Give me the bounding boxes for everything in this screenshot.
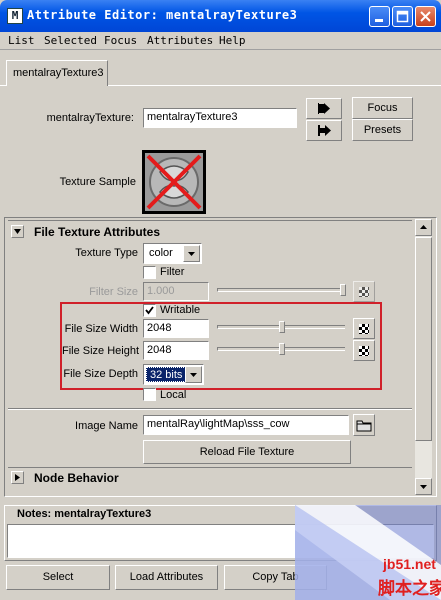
tab-label: mentalrayTexture3 bbox=[13, 67, 104, 79]
image-name-field[interactable]: mentalRay\lightMap\sss_cow bbox=[143, 415, 349, 435]
reload-file-texture-button[interactable]: Reload File Texture bbox=[143, 440, 351, 464]
chevron-down-icon bbox=[188, 252, 195, 256]
texture-type-value: color bbox=[149, 247, 173, 259]
checker-map-icon bbox=[359, 346, 369, 356]
collapse-file-texture-button[interactable] bbox=[11, 225, 24, 238]
file-size-width-slider-thumb[interactable] bbox=[279, 321, 285, 333]
local-label: Local bbox=[160, 389, 187, 401]
filter-size-field[interactable]: 1.000 bbox=[143, 282, 209, 301]
expand-node-behavior-button[interactable] bbox=[11, 471, 24, 484]
section-file-texture-title: File Texture Attributes bbox=[34, 225, 161, 239]
texture-sample-image bbox=[145, 153, 203, 211]
watermark-url: jb51.net bbox=[383, 556, 436, 572]
close-icon bbox=[420, 11, 431, 22]
select-button[interactable]: Select bbox=[6, 565, 110, 590]
scroll-down-button[interactable] bbox=[415, 478, 432, 495]
scroll-thumb[interactable] bbox=[415, 237, 432, 441]
image-name-label: Image Name bbox=[75, 420, 138, 432]
presets-button[interactable]: Presets bbox=[352, 119, 413, 141]
input-connection-button[interactable] bbox=[306, 98, 342, 119]
tab-mentalraytexture3[interactable]: mentalrayTexture3 bbox=[6, 60, 108, 86]
texture-type-label: Texture Type bbox=[75, 247, 138, 259]
filter-size-slider-thumb[interactable] bbox=[340, 284, 346, 296]
file-size-width-label: File Size Width bbox=[64, 323, 138, 335]
output-connection-button[interactable] bbox=[306, 120, 342, 141]
maximize-button[interactable] bbox=[392, 6, 413, 27]
section-divider bbox=[8, 220, 412, 221]
writable-label: Writable bbox=[160, 304, 201, 316]
section-node-behavior-title: Node Behavior bbox=[34, 471, 119, 485]
arrow-down-icon bbox=[420, 485, 427, 489]
file-size-height-map-button[interactable] bbox=[353, 340, 375, 361]
file-size-width-field[interactable]: 2048 bbox=[143, 319, 209, 338]
window-title: Attribute Editor: mentalrayTexture3 bbox=[27, 8, 298, 22]
chevron-down-icon bbox=[190, 373, 197, 377]
file-size-depth-dropdown[interactable]: 32 bits bbox=[143, 364, 204, 385]
local-checkbox[interactable] bbox=[143, 388, 156, 401]
file-size-depth-dropdown-button[interactable] bbox=[185, 366, 202, 383]
file-size-height-slider-thumb[interactable] bbox=[279, 343, 285, 355]
load-attributes-button[interactable]: Load Attributes bbox=[115, 565, 218, 590]
checker-map-icon bbox=[359, 324, 369, 334]
file-size-depth-value: 32 bits bbox=[146, 367, 187, 382]
maya-app-icon: M bbox=[7, 8, 23, 24]
menu-attributes[interactable]: Attributes bbox=[147, 34, 213, 47]
filter-size-map-button[interactable] bbox=[353, 281, 375, 302]
texture-sample-swatch[interactable] bbox=[142, 150, 206, 214]
output-arrow-icon bbox=[318, 125, 331, 136]
input-arrow-icon bbox=[318, 103, 330, 114]
checkmark-icon bbox=[145, 306, 154, 315]
triangle-right-icon bbox=[15, 474, 20, 481]
writable-checkbox[interactable] bbox=[143, 304, 156, 317]
node-name-field[interactable]: mentalrayTexture3 bbox=[143, 108, 297, 128]
minimize-icon bbox=[375, 19, 383, 22]
file-size-height-label: File Size Height bbox=[62, 345, 140, 357]
filter-size-label: Filter Size bbox=[89, 286, 138, 298]
watermark-text: 脚本之家 bbox=[378, 579, 441, 598]
menu-selected[interactable]: Selected bbox=[44, 34, 97, 47]
menu-list[interactable]: List bbox=[8, 34, 35, 47]
filter-label: Filter bbox=[160, 266, 185, 278]
section-divider-node bbox=[8, 467, 412, 468]
filter-checkbox[interactable] bbox=[143, 266, 156, 279]
notes-label: Notes: mentalrayTexture3 bbox=[17, 508, 152, 520]
menu-help[interactable]: Help bbox=[219, 34, 246, 47]
close-button[interactable] bbox=[415, 6, 436, 27]
checker-map-icon bbox=[359, 287, 369, 297]
arrow-up-icon bbox=[420, 225, 427, 229]
texture-type-dropdown[interactable]: color bbox=[143, 243, 202, 264]
node-type-label: mentalrayTexture: bbox=[46, 112, 134, 124]
file-size-height-field[interactable]: 2048 bbox=[143, 341, 209, 360]
menu-focus[interactable]: Focus bbox=[104, 34, 137, 47]
texture-type-dropdown-button[interactable] bbox=[183, 245, 200, 262]
triangle-down-icon bbox=[14, 229, 21, 234]
file-size-depth-label: File Size Depth bbox=[63, 368, 138, 380]
section-separator-highlight bbox=[8, 409, 412, 410]
browse-file-button[interactable] bbox=[353, 414, 375, 436]
texture-sample-label: Texture Sample bbox=[59, 176, 136, 188]
scroll-up-button[interactable] bbox=[415, 219, 432, 236]
folder-icon bbox=[356, 420, 372, 432]
filter-size-slider[interactable] bbox=[217, 288, 345, 292]
minimize-button[interactable] bbox=[369, 6, 390, 27]
file-size-width-map-button[interactable] bbox=[353, 318, 375, 339]
maximize-icon bbox=[396, 10, 409, 23]
focus-button[interactable]: Focus bbox=[352, 97, 413, 119]
